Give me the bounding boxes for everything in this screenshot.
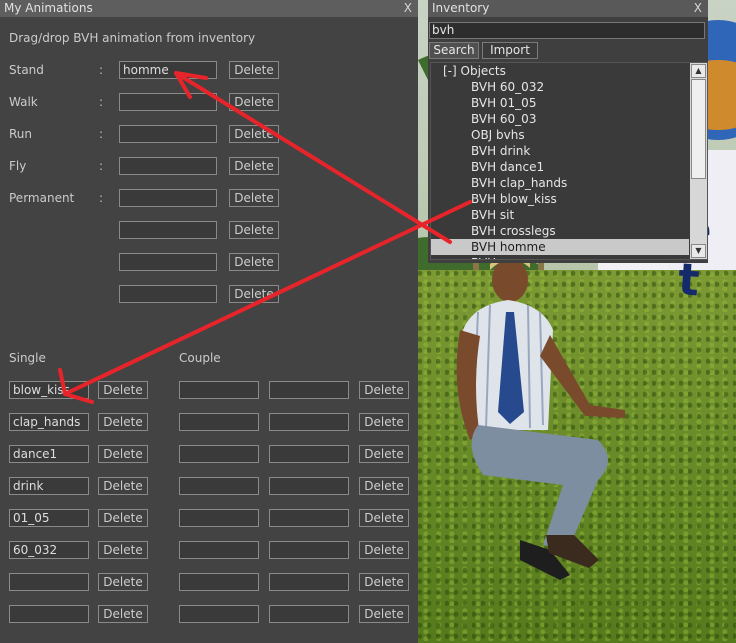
couple-field-b[interactable] (269, 477, 349, 495)
delete-button-extra-7[interactable]: Delete (229, 285, 279, 303)
inventory-item[interactable]: BVH 60_03 (431, 111, 689, 127)
couple-field-b[interactable] (269, 605, 349, 623)
delete-button-extra-6[interactable]: Delete (229, 253, 279, 271)
inventory-item[interactable]: BVH sit (431, 207, 689, 223)
couple-header: Couple (179, 351, 221, 365)
couple-field-a[interactable] (179, 509, 259, 527)
single-field[interactable]: 01_05 (9, 509, 89, 527)
single-delete-button[interactable]: Delete (98, 477, 148, 495)
delete-button-fly[interactable]: Delete (229, 157, 279, 175)
close-button[interactable]: X (404, 0, 412, 17)
animation-field-run[interactable] (119, 125, 217, 143)
inventory-item[interactable]: BVH homme (431, 239, 689, 255)
label-walk: Walk (9, 95, 38, 109)
inventory-item[interactable]: BVH crosslegs (431, 223, 689, 239)
animation-field-permanent[interactable] (119, 189, 217, 207)
single-header: Single (9, 351, 46, 365)
inventory-item[interactable]: BVH ... (431, 255, 689, 259)
couple-delete-button[interactable]: Delete (359, 541, 409, 559)
couple-delete-button[interactable]: Delete (359, 381, 409, 399)
couple-delete-button[interactable]: Delete (359, 605, 409, 623)
couple-field-a[interactable] (179, 605, 259, 623)
animation-field-stand[interactable]: homme (119, 61, 217, 79)
couple-field-b[interactable] (269, 413, 349, 431)
inventory-item[interactable]: BVH blow_kiss (431, 191, 689, 207)
animation-field-extra-7[interactable] (119, 285, 217, 303)
couple-field-b[interactable] (269, 573, 349, 591)
delete-button-walk[interactable]: Delete (229, 93, 279, 111)
delete-button-permanent[interactable]: Delete (229, 189, 279, 207)
inventory-close-button[interactable]: X (694, 0, 702, 17)
inventory-list: [-] Objects BVH 60_032 BVH 01_05 BVH 60_03… (430, 62, 708, 260)
label-run: Run (9, 127, 33, 141)
inventory-item[interactable]: BVH 60_032 (431, 79, 689, 95)
couple-field-a[interactable] (179, 573, 259, 591)
single-field[interactable] (9, 573, 89, 591)
couple-field-b[interactable] (269, 541, 349, 559)
scrollbar-thumb[interactable] (691, 79, 706, 179)
label-separator: : (99, 191, 104, 205)
couple-field-b[interactable] (269, 445, 349, 463)
single-field[interactable]: drink (9, 477, 89, 495)
inventory-item[interactable]: BVH drink (431, 143, 689, 159)
single-delete-button[interactable]: Delete (98, 445, 148, 463)
couple-delete-button[interactable]: Delete (359, 509, 409, 527)
couple-delete-button[interactable]: Delete (359, 477, 409, 495)
animation-field-extra-6[interactable] (119, 253, 217, 271)
couple-delete-button[interactable]: Delete (359, 413, 409, 431)
inventory-panel: Inventory X bvh Search Import [-] Object… (428, 0, 708, 263)
single-field[interactable]: clap_hands (9, 413, 89, 431)
delete-button-stand[interactable]: Delete (229, 61, 279, 79)
inventory-scrollbar[interactable]: ▲ ▼ (690, 63, 707, 259)
couple-delete-button[interactable]: Delete (359, 573, 409, 591)
tab-search[interactable]: Search (429, 42, 479, 59)
label-separator: : (99, 159, 104, 173)
my-animations-panel: My Animations X Drag/drop BVH animation … (0, 0, 418, 643)
animation-field-extra-5[interactable] (119, 221, 217, 239)
inventory-item[interactable]: BVH clap_hands (431, 175, 689, 191)
inventory-item[interactable]: OBJ bvhs (431, 127, 689, 143)
panel-titlebar[interactable]: My Animations X (0, 0, 418, 17)
single-delete-button[interactable]: Delete (98, 605, 148, 623)
single-field[interactable]: 60_032 (9, 541, 89, 559)
inventory-titlebar[interactable]: Inventory X (428, 0, 708, 17)
single-field[interactable]: blow_kiss (9, 381, 89, 399)
couple-field-a[interactable] (179, 381, 259, 399)
label-permanent: Permanent (9, 191, 75, 205)
single-delete-button[interactable]: Delete (98, 541, 148, 559)
inventory-item[interactable]: BVH 01_05 (431, 95, 689, 111)
scroll-up-icon[interactable]: ▲ (691, 64, 706, 78)
single-delete-button[interactable]: Delete (98, 413, 148, 431)
couple-delete-button[interactable]: Delete (359, 445, 409, 463)
couple-field-a[interactable] (179, 477, 259, 495)
label-separator: : (99, 127, 104, 141)
label-fly: Fly (9, 159, 27, 173)
couple-field-a[interactable] (179, 541, 259, 559)
animation-field-fly[interactable] (119, 157, 217, 175)
couple-field-b[interactable] (269, 381, 349, 399)
inventory-search-input[interactable]: bvh (429, 22, 705, 39)
label-stand: Stand (9, 63, 44, 77)
panel-title: My Animations (4, 1, 93, 15)
delete-button-extra-5[interactable]: Delete (229, 221, 279, 239)
animation-field-walk[interactable] (119, 93, 217, 111)
delete-button-run[interactable]: Delete (229, 125, 279, 143)
folder-objects[interactable]: [-] Objects (431, 63, 701, 79)
single-delete-button[interactable]: Delete (98, 573, 148, 591)
single-field[interactable]: dance1 (9, 445, 89, 463)
couple-field-a[interactable] (179, 413, 259, 431)
single-delete-button[interactable]: Delete (98, 509, 148, 527)
inventory-title: Inventory (432, 1, 490, 15)
inventory-item[interactable]: BVH dance1 (431, 159, 689, 175)
tab-import[interactable]: Import (482, 42, 538, 59)
couple-field-a[interactable] (179, 445, 259, 463)
label-separator: : (99, 95, 104, 109)
label-separator: : (99, 63, 104, 77)
instruction-text: Drag/drop BVH animation from inventory (9, 31, 256, 45)
couple-field-b[interactable] (269, 509, 349, 527)
scroll-down-icon[interactable]: ▼ (691, 244, 706, 258)
single-delete-button[interactable]: Delete (98, 381, 148, 399)
single-field[interactable] (9, 605, 89, 623)
